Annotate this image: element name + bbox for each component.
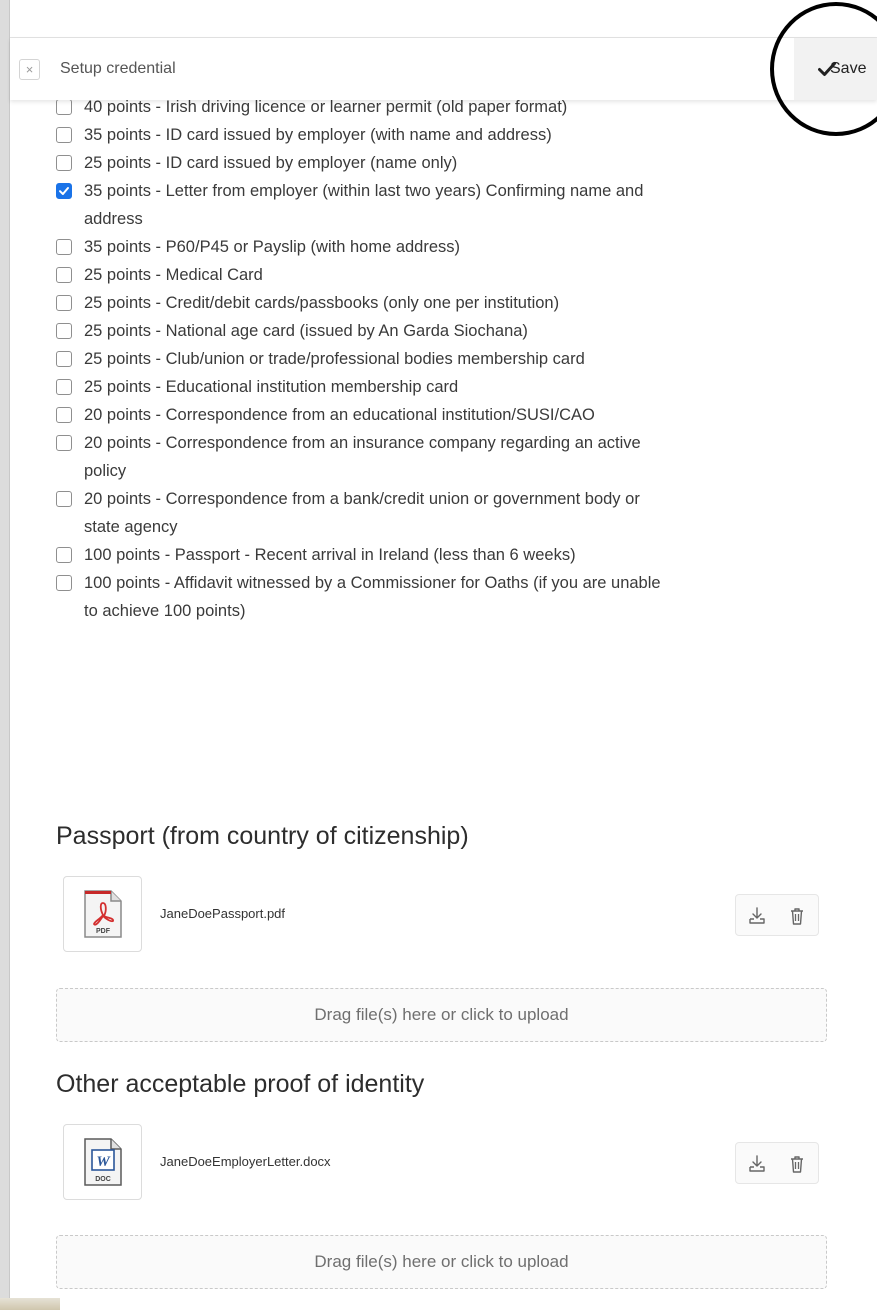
- option-label: 100 points - Affidavit witnessed by a Co…: [84, 574, 661, 620]
- file-name[interactable]: JaneDoePassport.pdf: [160, 906, 285, 921]
- dialog-title: Setup credential: [60, 60, 176, 77]
- option-item: 20 points - Correspondence from an educa…: [56, 401, 676, 429]
- option-label: 25 points - Medical Card: [84, 266, 263, 284]
- option-item: 25 points - ID card issued by employer (…: [56, 149, 676, 177]
- upload-dropzone[interactable]: Drag file(s) here or click to upload: [56, 1235, 827, 1289]
- option-item: 35 points - Letter from employer (within…: [56, 177, 676, 233]
- file-actions: [735, 894, 819, 936]
- upload-dropzone[interactable]: Drag file(s) here or click to upload: [56, 988, 827, 1042]
- window-left-edge: [0, 0, 10, 1310]
- file-thumbnail[interactable]: W DOC: [63, 1124, 142, 1200]
- option-item: 20 points - Correspondence from an insur…: [56, 429, 676, 485]
- file-actions: [735, 1142, 819, 1184]
- option-item: 25 points - Credit/debit cards/passbooks…: [56, 289, 676, 317]
- option-checkbox[interactable]: [56, 435, 72, 451]
- option-label: 20 points - Correspondence from an educa…: [84, 406, 595, 424]
- option-checkbox[interactable]: [56, 575, 72, 591]
- option-item: 25 points - Club/union or trade/professi…: [56, 345, 676, 373]
- option-item: 20 points - Correspondence from a bank/c…: [56, 485, 676, 541]
- passport-section-title: Passport (from country of citizenship): [56, 822, 469, 850]
- option-checkbox[interactable]: [56, 295, 72, 311]
- option-checkbox[interactable]: [56, 155, 72, 171]
- file-name[interactable]: JaneDoeEmployerLetter.docx: [160, 1154, 331, 1169]
- option-label: 25 points - Educational institution memb…: [84, 378, 459, 396]
- option-item: 25 points - National age card (issued by…: [56, 317, 676, 345]
- option-item: 100 points - Passport - Recent arrival i…: [56, 541, 676, 569]
- option-label: 25 points - ID card issued by employer (…: [84, 154, 458, 172]
- option-checkbox[interactable]: [56, 547, 72, 563]
- trash-icon[interactable]: [787, 906, 807, 926]
- option-checkbox[interactable]: [56, 351, 72, 367]
- option-item: 100 points - Affidavit witnessed by a Co…: [56, 569, 676, 625]
- option-label: 25 points - National age card (issued by…: [84, 322, 528, 340]
- file-type-label: PDF: [96, 928, 111, 935]
- option-checkbox[interactable]: [56, 323, 72, 339]
- option-item: 25 points - Medical Card: [56, 261, 676, 289]
- option-label: 20 points - Correspondence from an insur…: [84, 434, 641, 480]
- option-label: 25 points - Club/union or trade/professi…: [84, 350, 585, 368]
- option-label: 35 points - P60/P45 or Payslip (with hom…: [84, 238, 461, 256]
- download-icon[interactable]: [747, 1154, 767, 1174]
- option-checkbox-checked[interactable]: [56, 183, 72, 199]
- pdf-file-icon: PDF: [84, 890, 122, 938]
- option-label: 35 points - Letter from employer (within…: [84, 182, 644, 228]
- option-checkbox[interactable]: [56, 127, 72, 143]
- check-icon: [818, 62, 836, 76]
- option-label: 20 points - Correspondence from a bank/c…: [84, 490, 640, 536]
- other-proof-section-title: Other acceptable proof of identity: [56, 1070, 425, 1098]
- option-label: 100 points - Passport - Recent arrival i…: [84, 546, 576, 564]
- option-item: 35 points - ID card issued by employer (…: [56, 121, 676, 149]
- file-thumbnail[interactable]: PDF: [63, 876, 142, 952]
- option-label: 35 points - ID card issued by employer (…: [84, 126, 552, 144]
- background-window-edge: [0, 1298, 60, 1310]
- option-item: 35 points - P60/P45 or Payslip (with hom…: [56, 233, 676, 261]
- option-item: 25 points - Educational institution memb…: [56, 373, 676, 401]
- option-label: 40 points - Irish driving licence or lea…: [84, 98, 568, 116]
- checkmark-icon: [59, 187, 69, 195]
- close-button[interactable]: ×: [19, 59, 40, 80]
- option-checkbox[interactable]: [56, 99, 72, 115]
- word-file-icon: W DOC: [84, 1138, 122, 1186]
- option-checkbox[interactable]: [56, 239, 72, 255]
- dialog-toolbar: × Setup credential Save: [10, 38, 877, 100]
- option-checkbox[interactable]: [56, 267, 72, 283]
- option-label: 25 points - Credit/debit cards/passbooks…: [84, 294, 560, 312]
- save-button[interactable]: Save: [794, 38, 877, 100]
- svg-text:W: W: [96, 1154, 111, 1170]
- id-options-list: 40 points - Irish driving licence or lea…: [56, 93, 676, 625]
- file-type-label: DOC: [95, 1176, 111, 1183]
- top-bar-blank: [10, 0, 877, 38]
- option-checkbox[interactable]: [56, 407, 72, 423]
- option-checkbox[interactable]: [56, 379, 72, 395]
- download-icon[interactable]: [747, 906, 767, 926]
- option-checkbox[interactable]: [56, 491, 72, 507]
- close-icon: ×: [25, 62, 34, 77]
- trash-icon[interactable]: [787, 1154, 807, 1174]
